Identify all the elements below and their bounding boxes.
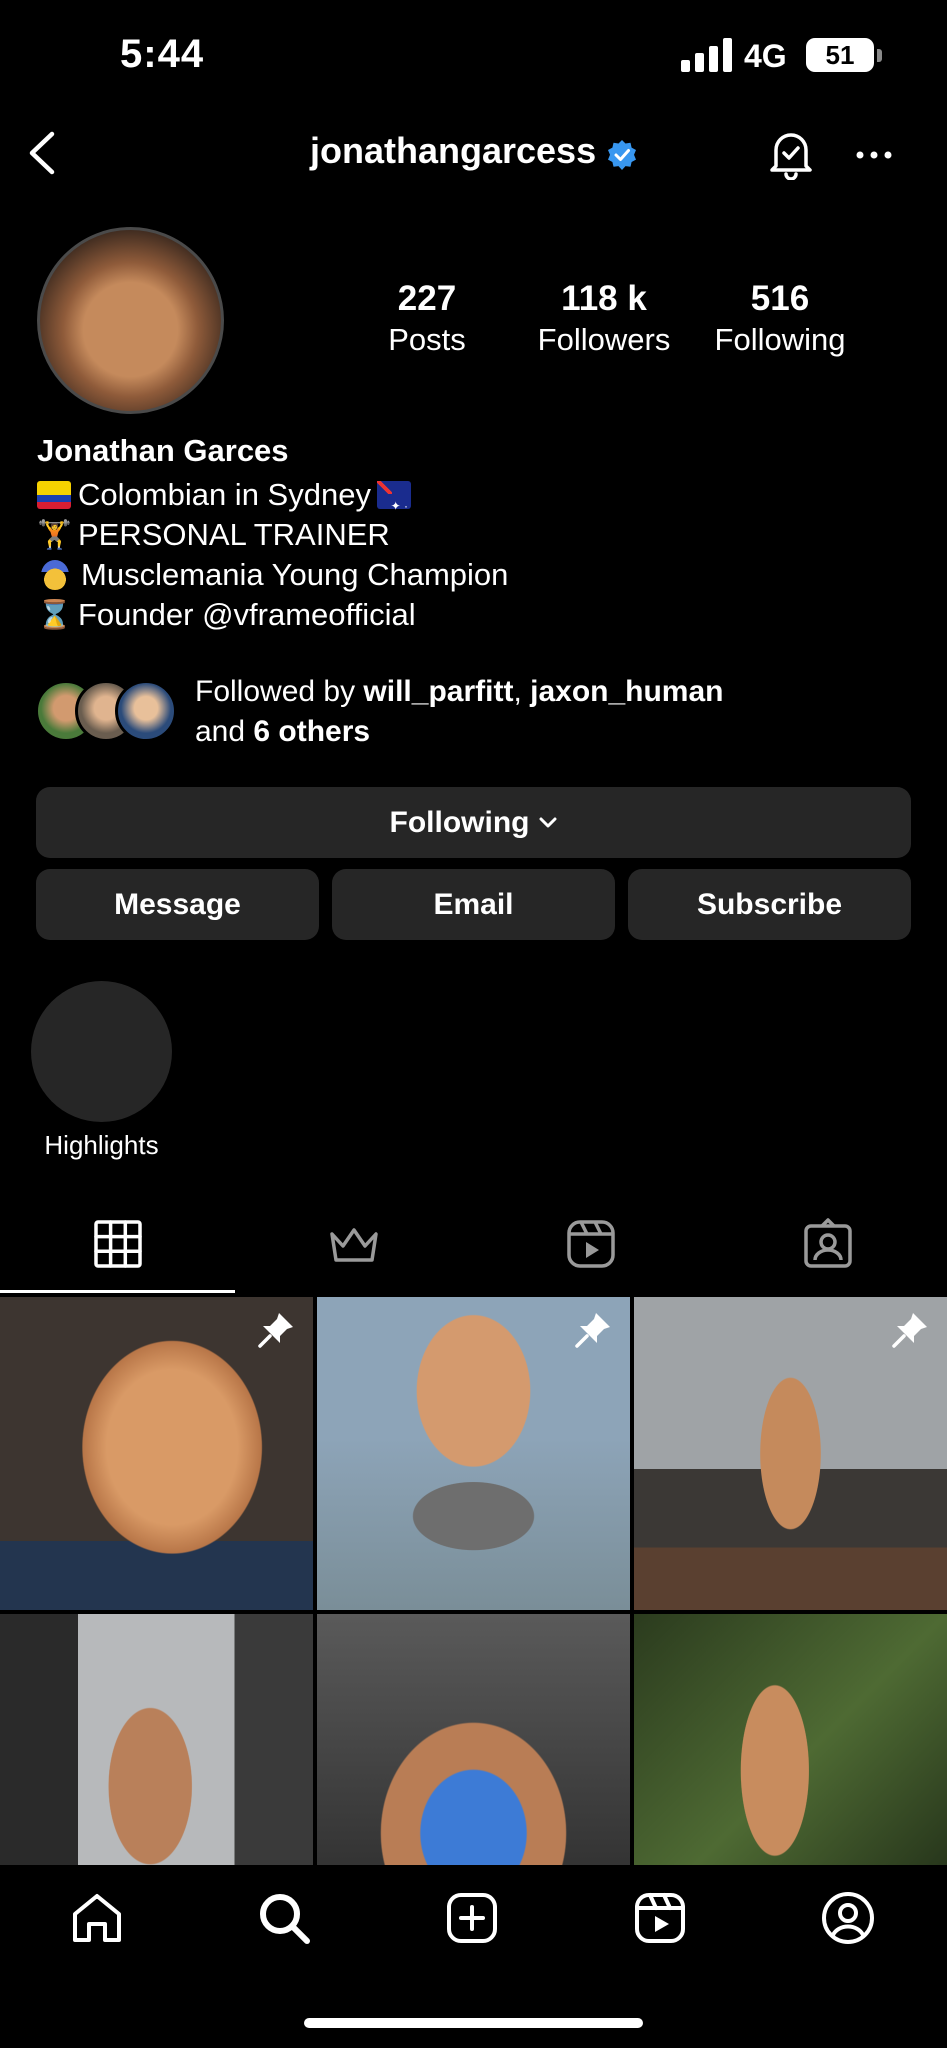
bio-line: 🏋 PERSONAL TRAINER bbox=[37, 515, 508, 555]
profile-username: jonathangarcess bbox=[310, 130, 597, 171]
battery-tip bbox=[877, 49, 882, 62]
home-indicator bbox=[304, 2018, 643, 2028]
following-button-label: Following bbox=[389, 805, 530, 839]
bio-text: Colombian in Sydney bbox=[78, 477, 371, 512]
colombia-flag-icon bbox=[37, 481, 71, 509]
highlight-circle[interactable] bbox=[31, 981, 172, 1122]
search-icon[interactable] bbox=[254, 1888, 314, 1948]
more-options-icon[interactable] bbox=[854, 140, 894, 170]
verified-badge-icon bbox=[608, 140, 636, 170]
followed-by-prefix: Followed by bbox=[195, 675, 364, 708]
hourglass-icon: ⌛ bbox=[37, 599, 72, 630]
mutual-others-link[interactable]: 6 others bbox=[253, 715, 370, 748]
pin-icon bbox=[258, 1313, 293, 1348]
following-label: Following bbox=[714, 322, 846, 357]
network-type: 4G bbox=[744, 38, 787, 74]
message-button[interactable]: Message bbox=[36, 869, 319, 940]
reels-icon[interactable] bbox=[563, 1216, 619, 1272]
profile-avatar[interactable] bbox=[37, 227, 224, 414]
battery-level: 51 bbox=[825, 39, 855, 70]
email-button[interactable]: Email bbox=[332, 869, 615, 940]
following-value: 516 bbox=[750, 279, 810, 318]
avatar bbox=[115, 680, 177, 742]
reels-icon[interactable] bbox=[630, 1888, 690, 1948]
followed-by-text[interactable]: Followed by will_parfitt, jaxon_human an… bbox=[195, 672, 895, 752]
following-count[interactable]: 516 Following bbox=[706, 278, 854, 360]
posts-grid bbox=[0, 1297, 947, 1927]
subscribe-button[interactable]: Subscribe bbox=[628, 869, 911, 940]
weight-lifter-icon: 🏋 bbox=[37, 519, 72, 550]
post-thumbnail[interactable] bbox=[0, 1297, 313, 1610]
mutual-user-link[interactable]: will_parfitt bbox=[363, 675, 513, 708]
pin-icon bbox=[575, 1313, 610, 1348]
notification-bell-icon[interactable] bbox=[766, 128, 816, 180]
mutual-user-link[interactable]: jaxon_human bbox=[530, 675, 723, 708]
followers-value: 118 k bbox=[561, 279, 647, 318]
gold-medal-icon bbox=[41, 560, 69, 590]
followers-label: Followers bbox=[537, 322, 671, 357]
chevron-down-icon bbox=[539, 817, 557, 827]
bio-line: Colombian in Sydney bbox=[37, 475, 508, 526]
post-thumbnail[interactable] bbox=[317, 1297, 630, 1610]
active-tab-indicator bbox=[0, 1290, 235, 1293]
posts-value: 227 bbox=[397, 279, 457, 318]
followers-count[interactable]: 118 k Followers bbox=[530, 278, 678, 360]
following-button[interactable]: Following bbox=[36, 787, 911, 858]
profile-full-name: Jonathan Garces bbox=[37, 433, 289, 468]
profile-icon[interactable] bbox=[818, 1888, 878, 1948]
battery-icon: 51 bbox=[806, 38, 874, 72]
profile-bio: Colombian in Sydney 🏋 PERSONAL TRAINER M… bbox=[37, 475, 508, 635]
tagged-icon[interactable] bbox=[800, 1216, 856, 1272]
bio-text: Founder @vframeofficial bbox=[78, 597, 416, 632]
mutual-followers-avatars[interactable] bbox=[35, 680, 177, 742]
australia-flag-icon bbox=[376, 481, 411, 526]
followed-by-separator: , bbox=[513, 675, 531, 708]
highlight-label: Highlights bbox=[44, 1130, 159, 1160]
signal-icon bbox=[681, 38, 732, 72]
create-icon[interactable] bbox=[442, 1888, 502, 1948]
posts-count[interactable]: 227 Posts bbox=[368, 278, 486, 360]
crown-icon[interactable] bbox=[326, 1216, 382, 1272]
followed-by-and: and bbox=[195, 715, 254, 748]
post-thumbnail[interactable] bbox=[634, 1297, 947, 1610]
grid-icon[interactable] bbox=[90, 1216, 146, 1272]
bio-text: PERSONAL TRAINER bbox=[78, 517, 390, 552]
bio-text: Musclemania Young Champion bbox=[81, 557, 509, 592]
bio-line: Musclemania Young Champion bbox=[37, 555, 508, 595]
pin-icon bbox=[892, 1313, 927, 1348]
back-button[interactable] bbox=[22, 128, 62, 178]
status-time: 5:44 bbox=[120, 32, 205, 76]
posts-label: Posts bbox=[388, 322, 466, 357]
home-icon[interactable] bbox=[67, 1888, 127, 1948]
bio-line: ⌛ Founder @vframeofficial bbox=[37, 595, 508, 635]
